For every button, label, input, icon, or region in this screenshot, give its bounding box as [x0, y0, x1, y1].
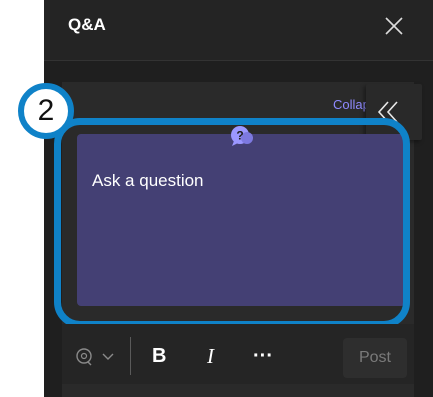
mention-icon [76, 348, 92, 366]
question-input[interactable] [77, 134, 405, 306]
toolbar-divider [130, 337, 131, 375]
close-button[interactable] [380, 12, 408, 40]
question-placeholder: Ask a question [92, 171, 204, 190]
mention-dropdown[interactable] [101, 350, 115, 362]
bold-button[interactable]: B [152, 345, 166, 368]
panel-title: Q&A [68, 15, 106, 34]
post-button[interactable]: Post [343, 338, 407, 378]
close-icon [385, 17, 403, 35]
qa-panel: Q&A Collapse Ask a question [44, 0, 433, 397]
collapse-panel-button[interactable] [366, 84, 422, 140]
more-options-button[interactable]: ··· [253, 345, 273, 368]
question-bubble-icon: ? [228, 122, 256, 150]
italic-button[interactable]: I [207, 344, 214, 369]
mention-button[interactable] [74, 345, 94, 367]
chevron-down-icon [102, 353, 114, 360]
collapse-link[interactable]: Collapse [333, 97, 369, 112]
double-chevron-left-icon [377, 101, 398, 123]
panel-header: Q&A [44, 0, 433, 61]
svg-text:?: ? [236, 129, 243, 143]
step-number-badge: 2 [18, 83, 74, 139]
screenshot-stage: Q&A Collapse Ask a question [0, 0, 433, 397]
